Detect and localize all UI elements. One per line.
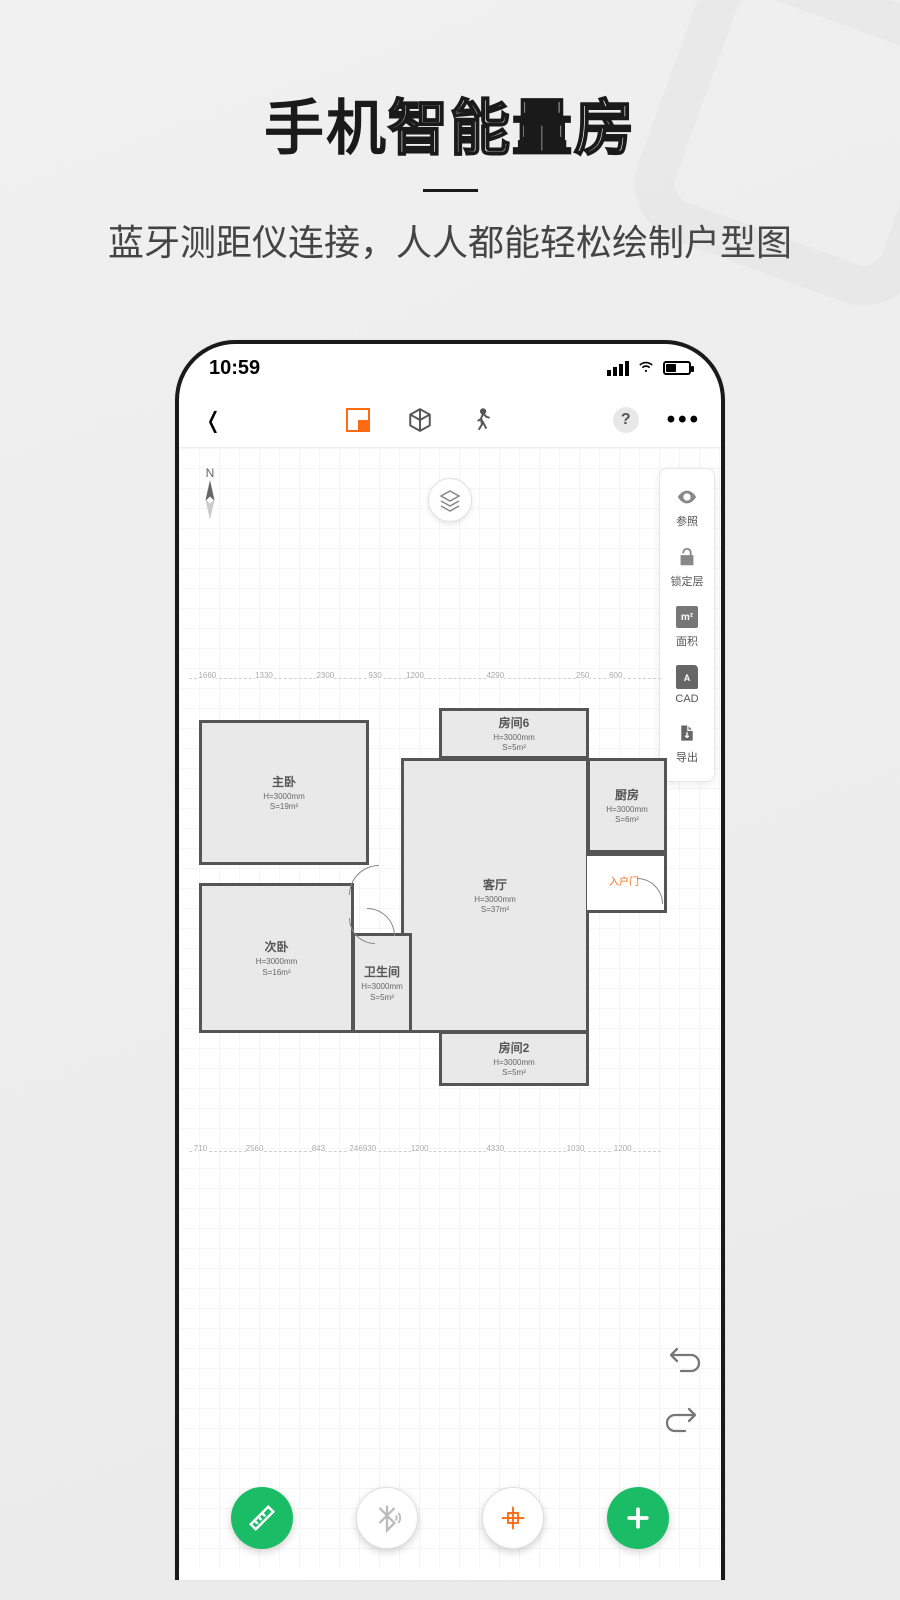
door-arc [349,865,379,895]
view-3d-button[interactable] [406,406,434,434]
crosshair-icon [498,1503,528,1533]
room-bath[interactable]: 卫生间 H=3000mm S=5m² [352,933,412,1033]
add-button[interactable] [607,1487,669,1549]
room-second[interactable]: 次卧 H=3000mm S=16m² [199,883,354,1033]
ruler-icon [247,1503,277,1533]
undo-icon [663,1346,703,1378]
measure-button[interactable] [231,1487,293,1549]
plus-icon [623,1503,653,1533]
history-controls [661,1346,705,1438]
compass-label: N [206,466,215,480]
back-button[interactable]: ‹ [199,393,227,446]
cad-icon: A [676,665,698,689]
square-icon [346,408,370,432]
app-toolbar: ‹ ? ••• [179,392,721,448]
wifi-icon [637,357,655,380]
redo-button[interactable] [661,1406,705,1438]
status-time: 10:59 [209,357,260,380]
lock-icon [675,545,699,569]
title-outline: 智能量房 [388,95,636,162]
room-room6[interactable]: 房间6 H=3000mm S=5m² [439,708,589,758]
floorplan-canvas[interactable]: N 参照 锁定层 m² 面积 A CAD [179,448,721,1568]
view-walk-button[interactable] [468,406,496,434]
cube-icon [407,407,433,433]
entry-label: 入户门 [609,873,639,888]
battery-icon [663,361,691,375]
bottom-actions [179,1468,721,1568]
room-room2[interactable]: 房间2 H=3000mm S=5m² [439,1031,589,1086]
dimension-row-bottom: 710 2560 843 246930 1200 4330 1030 1200 [189,1151,661,1165]
phone-mockup: 10:59 ‹ ? ••• N [175,340,725,1580]
status-indicators [607,357,691,380]
room-kitchen[interactable]: 厨房 H=3000mm S=6m² [587,758,667,853]
bluetooth-button[interactable] [356,1487,418,1549]
help-button[interactable]: ? [613,407,639,433]
side-lock[interactable]: 锁定层 [660,537,714,597]
side-reference[interactable]: 参照 [660,477,714,537]
view-2d-button[interactable] [344,406,372,434]
page-title: 手机智能量房 [0,80,900,167]
target-button[interactable] [482,1487,544,1549]
side-area[interactable]: m² 面积 [660,597,714,657]
more-button[interactable]: ••• [667,406,701,434]
layers-button[interactable] [428,478,472,522]
side-cad[interactable]: A CAD [660,657,714,713]
page-subtitle: 蓝牙测距仪连接，人人都能轻松绘制户型图 [0,214,900,266]
walk-icon [469,407,495,433]
floorplan[interactable]: 主卧 H=3000mm S=19m² 房间6 H=3000mm S=5m² 厨房… [199,708,679,1108]
layers-icon [438,488,462,512]
undo-button[interactable] [661,1346,705,1378]
status-bar: 10:59 [179,344,721,392]
area-icon: m² [676,606,698,628]
compass: N [197,466,223,520]
signal-icon [607,361,629,376]
title-plain: 手机 [264,95,388,162]
dimension-row-top: 1660 1330 2300 930 1200 4290 250 600 [189,678,661,692]
redo-icon [663,1406,703,1438]
room-master[interactable]: 主卧 H=3000mm S=19m² [199,720,369,865]
room-living[interactable]: 客厅 H=3000mm S=37m² [401,758,589,1033]
bluetooth-icon [372,1503,402,1533]
title-divider [423,189,478,192]
eye-icon [675,485,699,509]
